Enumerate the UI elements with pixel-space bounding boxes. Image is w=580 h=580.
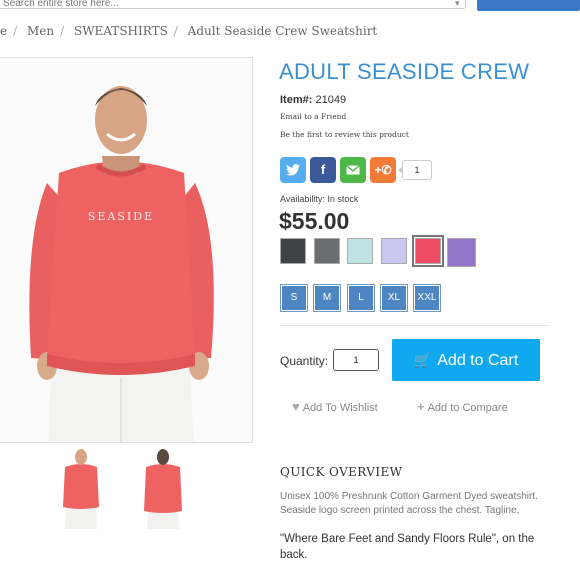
quick-overview-text: Unisex 100% Preshrunk Cotton Garment Dye… bbox=[280, 491, 538, 516]
availability: Availability: In stock bbox=[280, 194, 359, 204]
item-number-value: 21049 bbox=[315, 94, 347, 106]
thumbnail-back[interactable] bbox=[138, 447, 188, 529]
color-swatch-purple[interactable] bbox=[447, 238, 476, 267]
breadcrumb-men[interactable]: Men bbox=[27, 24, 54, 38]
facebook-icon: f bbox=[320, 162, 326, 177]
cart-icon: 🛒 bbox=[413, 352, 432, 368]
size-m-button[interactable]: M bbox=[315, 286, 339, 310]
size-xxl-button[interactable]: XXL bbox=[415, 286, 439, 310]
quick-overview-heading: QUICK OVERVIEW bbox=[280, 465, 403, 479]
add-to-cart-label: Add to Cart bbox=[437, 352, 519, 369]
mail-icon bbox=[346, 164, 360, 175]
twitter-icon bbox=[286, 164, 300, 176]
search-button[interactable] bbox=[477, 0, 580, 11]
chevron-down-icon[interactable]: ▾ bbox=[455, 0, 460, 9]
breadcrumb-sweatshirts[interactable]: SWEATSHIRTS bbox=[74, 24, 168, 38]
add-to-compare-link[interactable]: + Add to Compare bbox=[417, 399, 508, 414]
search-bar: Search entire store here... ▾ bbox=[0, 0, 580, 11]
price: $55.00 bbox=[279, 208, 350, 234]
add-to-cart-button[interactable]: 🛒 Add to Cart bbox=[392, 339, 540, 381]
color-swatch-charcoal[interactable] bbox=[280, 238, 306, 264]
quantity-input[interactable]: 1 bbox=[333, 349, 379, 371]
more-share-button[interactable]: +✆ bbox=[370, 157, 396, 183]
color-swatch-grey[interactable] bbox=[314, 238, 340, 264]
email-friend-link[interactable]: Email to a Friend bbox=[280, 112, 346, 121]
wishlist-label: Add To Wishlist bbox=[302, 402, 378, 414]
plus-icon: + bbox=[417, 399, 425, 414]
size-xl-button[interactable]: XL bbox=[382, 286, 406, 310]
twitter-share-button[interactable] bbox=[280, 157, 306, 183]
share-count: 1 bbox=[398, 160, 432, 180]
review-link[interactable]: Be the first to review this product bbox=[280, 130, 409, 139]
product-title: ADULT SEASIDE CREW bbox=[279, 59, 530, 84]
email-share-button[interactable] bbox=[340, 157, 366, 183]
size-l-button[interactable]: L bbox=[349, 286, 373, 310]
breadcrumb-home[interactable]: e bbox=[0, 24, 7, 38]
quantity-label: Quantity: bbox=[280, 354, 329, 368]
add-to-wishlist-link[interactable]: ♥ Add To Wishlist bbox=[292, 399, 378, 414]
breadcrumb-current: Adult Seaside Crew Sweatshirt bbox=[187, 24, 378, 38]
color-swatch-lavender[interactable] bbox=[381, 238, 407, 264]
divider bbox=[280, 325, 550, 326]
item-number: Item#: 21049 bbox=[280, 94, 346, 106]
compare-label: Add to Compare bbox=[427, 402, 508, 414]
quick-overview-tagline: "Where Bare Feet and Sandy Floors Rule",… bbox=[280, 533, 535, 561]
search-input[interactable]: Search entire store here... bbox=[0, 0, 466, 9]
share-plus-icon: +✆ bbox=[374, 163, 392, 177]
color-swatch-aqua[interactable] bbox=[347, 238, 373, 264]
shirt-logo-text: SEASIDE bbox=[88, 210, 154, 223]
product-image[interactable]: SEASIDE bbox=[0, 57, 253, 443]
model-illustration: SEASIDE bbox=[0, 58, 252, 442]
heart-icon: ♥ bbox=[292, 399, 300, 414]
item-number-label: Item#: bbox=[280, 94, 313, 106]
facebook-share-button[interactable]: f bbox=[310, 157, 336, 183]
size-s-button[interactable]: S bbox=[282, 286, 306, 310]
breadcrumb: e / Men / SWEATSHIRTS / Adult Seaside Crew … bbox=[0, 24, 378, 38]
thumbnail-front[interactable] bbox=[56, 447, 106, 529]
color-swatch-coral[interactable] bbox=[412, 235, 444, 267]
